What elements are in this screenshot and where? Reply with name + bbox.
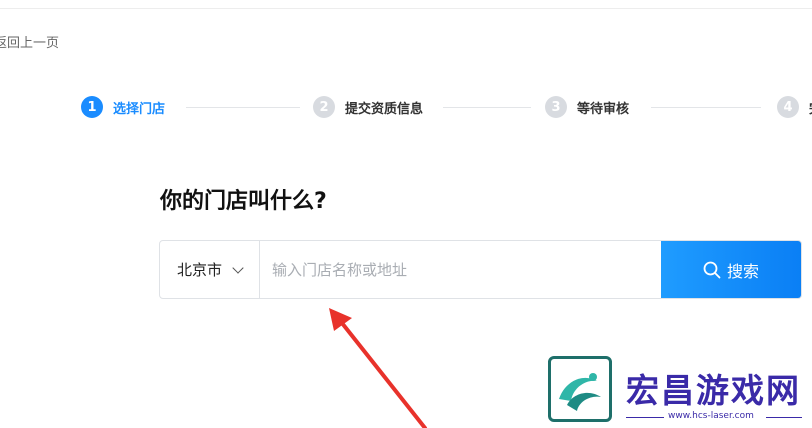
- step-number: 1: [81, 96, 103, 118]
- step-4: 4 完: [777, 96, 812, 118]
- search-button-label: 搜索: [726, 261, 759, 281]
- step-label: 选择门店: [113, 101, 166, 117]
- watermark-rule: [626, 417, 664, 418]
- step-label: 提交资质信息: [345, 101, 424, 117]
- watermark-brand: 宏昌游戏网: [626, 371, 801, 410]
- progress-steps: 1 选择门店 2 提交资质信息 3 等待审核 4 完: [81, 96, 812, 122]
- step-2: 2 提交资质信息: [313, 96, 423, 118]
- search-icon: [703, 261, 721, 279]
- step-connector: [186, 107, 300, 108]
- step-number: 2: [313, 96, 335, 118]
- step-1: 1 选择门店: [81, 96, 165, 118]
- watermark-url: www.hcs-laser.com: [668, 411, 754, 421]
- step-3: 3 等待审核: [545, 96, 629, 118]
- watermark-logo-icon: [548, 356, 612, 422]
- city-select[interactable]: 北京市: [160, 241, 260, 298]
- search-button[interactable]: 搜索: [661, 241, 801, 298]
- watermark: 宏昌游戏网 www.hcs-laser.com: [548, 356, 808, 426]
- back-link[interactable]: 返回上一页: [0, 32, 59, 51]
- city-value: 北京市: [176, 261, 222, 279]
- top-divider: [0, 0, 812, 9]
- page: 返回上一页 1 选择门店 2 提交资质信息 3 等待审核 4 完 你的门店叫什么…: [0, 0, 812, 428]
- step-connector: [443, 107, 531, 108]
- store-search-input[interactable]: [260, 241, 661, 298]
- watermark-rule: [766, 417, 802, 418]
- chevron-down-icon: [232, 261, 244, 274]
- step-label: 等待审核: [577, 101, 630, 117]
- step-connector: [651, 107, 761, 108]
- step-number: 4: [777, 96, 799, 118]
- step-number: 3: [545, 96, 567, 118]
- store-search-bar: 北京市 搜索: [159, 240, 802, 299]
- page-title: 你的门店叫什么?: [160, 189, 327, 214]
